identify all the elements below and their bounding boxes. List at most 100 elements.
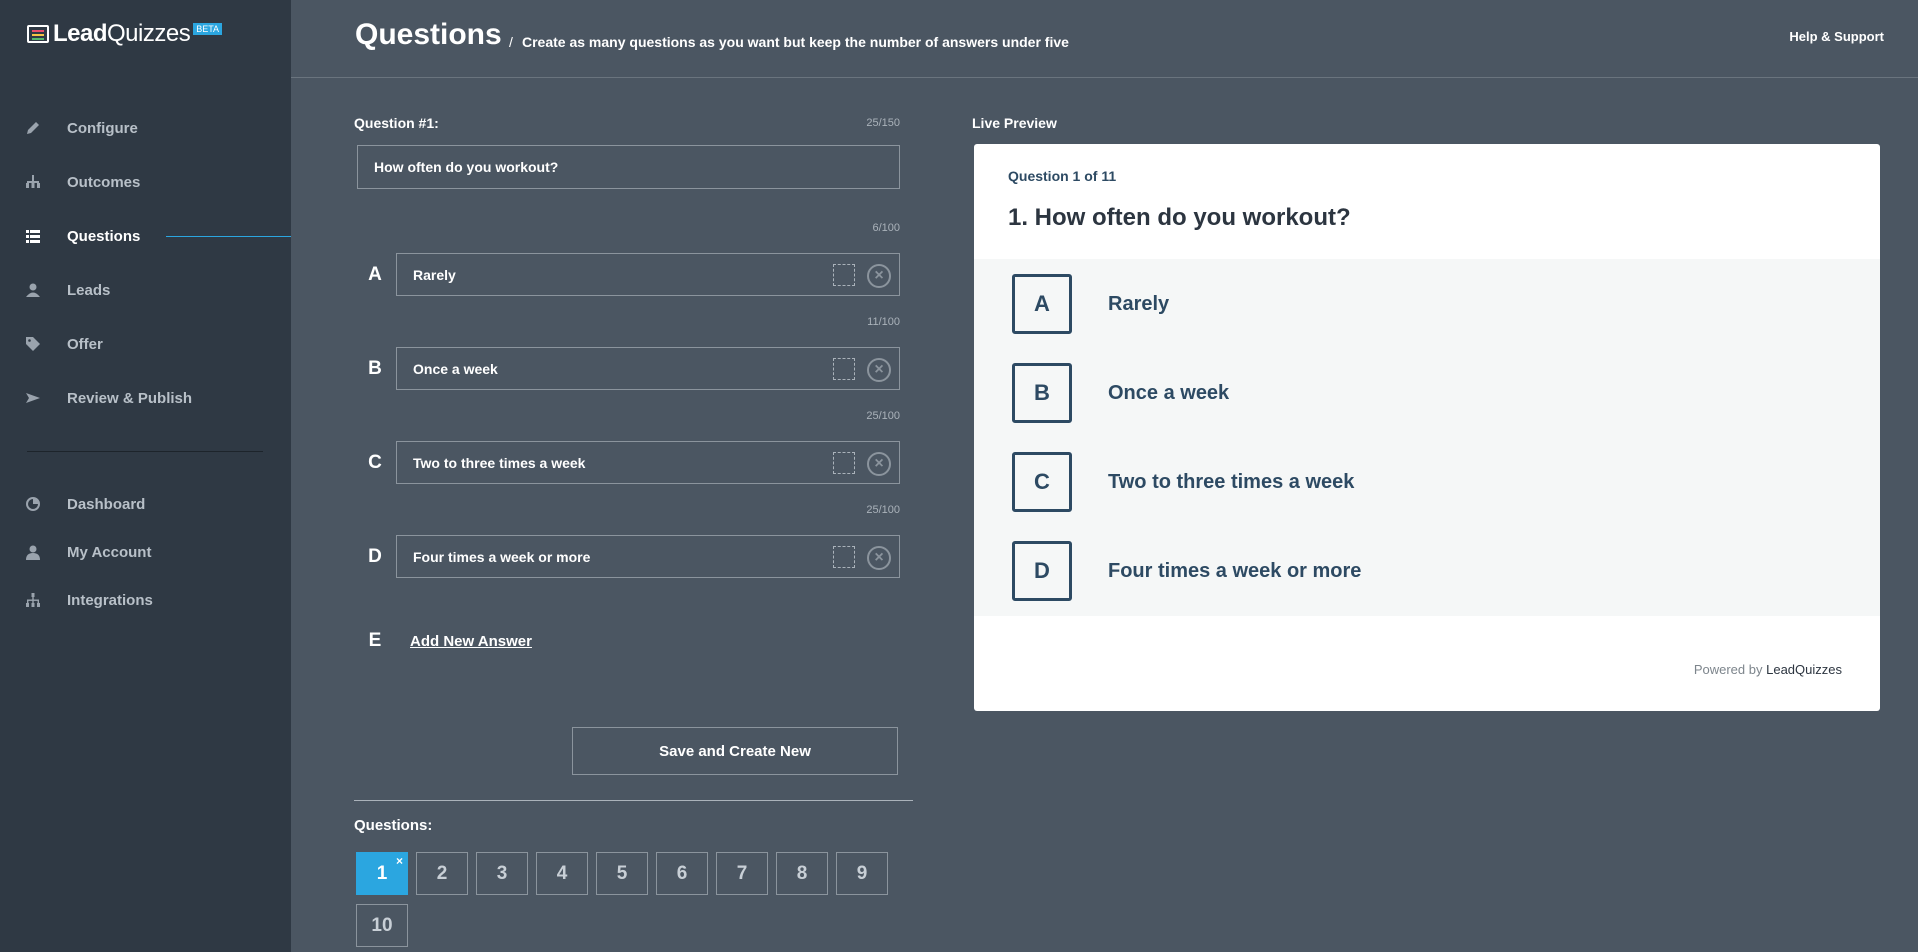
preview-question: 1. How often do you workout? — [1008, 204, 1351, 231]
remove-answer-icon[interactable]: × — [867, 358, 891, 382]
save-and-create-new-button[interactable]: Save and Create New — [572, 727, 898, 775]
preview-answer-text: Two to three times a week — [1108, 471, 1355, 493]
question-number-5[interactable]: 5 — [596, 852, 648, 895]
answer-char-counter: 25/100 — [866, 504, 900, 516]
image-upload-icon[interactable] — [833, 358, 855, 380]
sidebar-item-configure[interactable]: Configure — [0, 113, 291, 143]
question-number-8[interactable]: 8 — [776, 852, 828, 895]
answer-letter: D — [368, 546, 382, 567]
question-number-6[interactable]: 6 — [656, 852, 708, 895]
sidebar-item-label: Review & Publish — [67, 389, 193, 407]
page-subtitle: Create as many questions as you want but… — [522, 34, 1069, 50]
sidebar-item-dashboard[interactable]: Dashboard — [0, 489, 291, 519]
sidebar-item-label: Questions — [67, 227, 141, 245]
delete-question-icon[interactable]: × — [396, 854, 403, 868]
answer-input-a[interactable]: Rarely × — [396, 253, 900, 296]
remove-answer-icon[interactable]: × — [867, 264, 891, 288]
live-preview-card: Question 1 of 11 1. How often do you wor… — [974, 144, 1880, 711]
preview-question-count: Question 1 of 11 — [1008, 168, 1117, 184]
image-upload-icon[interactable] — [833, 546, 855, 568]
answer-letter: B — [368, 358, 382, 379]
sidebar-item-integrations[interactable]: Integrations — [0, 585, 291, 615]
title-separator: / — [509, 34, 513, 50]
sidebar-item-label: Configure — [67, 119, 138, 137]
beta-badge: BETA — [193, 23, 223, 35]
hierarchy-icon — [24, 173, 42, 191]
add-answer-link[interactable]: Add New Answer — [410, 633, 532, 650]
pie-chart-icon — [24, 495, 42, 513]
sidebar-item-label: Leads — [67, 281, 111, 299]
sidebar-item-label: My Account — [67, 543, 152, 561]
preview-answer-c[interactable]: C Two to three times a week — [1012, 452, 1812, 512]
question-number-4[interactable]: 4 — [536, 852, 588, 895]
preview-answer-letter: B — [1012, 363, 1072, 423]
remove-answer-icon[interactable]: × — [867, 546, 891, 570]
active-indicator — [166, 236, 291, 237]
question-number-3[interactable]: 3 — [476, 852, 528, 895]
answer-letter: A — [368, 264, 382, 285]
page-header: Questions / Create as many questions as … — [291, 0, 1918, 78]
answer-char-counter: 11/100 — [867, 316, 900, 328]
question-number-7[interactable]: 7 — [716, 852, 768, 895]
page-title: Questions — [355, 18, 502, 51]
answer-text: Two to three times a week — [413, 455, 586, 471]
question-char-counter: 25/150 — [866, 117, 900, 129]
live-preview-label: Live Preview — [972, 115, 1057, 131]
answer-text: Once a week — [413, 361, 498, 377]
sidebar-item-questions[interactable]: Questions — [0, 221, 291, 251]
powered-by-prefix: Powered by — [1693, 662, 1763, 677]
logo-icon — [27, 25, 49, 43]
answer-char-counter: 6/100 — [872, 222, 900, 234]
question-number-label: 1 — [376, 862, 388, 884]
sidebar-item-label: Offer — [67, 335, 103, 353]
sidebar-item-offer[interactable]: Offer — [0, 329, 291, 359]
preview-answer-list: A Rarely B Once a week C Two to three ti… — [974, 259, 1880, 616]
question-label: Question #1: — [354, 115, 439, 131]
preview-answer-letter: C — [1012, 452, 1072, 512]
preview-answer-text: Four times a week or more — [1108, 560, 1362, 582]
powered-by: Powered by LeadQuizzes — [1694, 662, 1842, 677]
sidebar-item-outcomes[interactable]: Outcomes — [0, 167, 291, 197]
preview-answer-a[interactable]: A Rarely — [1012, 274, 1812, 334]
answer-input-c[interactable]: Two to three times a week × — [396, 441, 900, 484]
user-icon — [24, 543, 42, 561]
tag-icon — [24, 335, 42, 353]
sidebar-item-label: Integrations — [67, 591, 153, 609]
question-number-9[interactable]: 9 — [836, 852, 888, 895]
send-icon — [24, 389, 42, 407]
answer-letter: C — [368, 452, 382, 473]
sidebar: Lead Quizzes BETA Configure Outcomes Que… — [0, 0, 291, 952]
image-upload-icon[interactable] — [833, 452, 855, 474]
help-support-link[interactable]: Help & Support — [1789, 29, 1884, 44]
logo[interactable]: Lead Quizzes BETA — [27, 20, 223, 48]
sidebar-item-review-publish[interactable]: Review & Publish — [0, 383, 291, 413]
answer-input-b[interactable]: Once a week × — [396, 347, 900, 390]
questions-label: Questions: — [354, 817, 433, 834]
preview-answer-letter: D — [1012, 541, 1072, 601]
answer-letter: E — [368, 630, 382, 651]
question-number-2[interactable]: 2 — [416, 852, 468, 895]
preview-answer-d[interactable]: D Four times a week or more — [1012, 541, 1812, 601]
answer-input-d[interactable]: Four times a week or more × — [396, 535, 900, 578]
question-number-1[interactable]: 1 × — [356, 852, 408, 895]
sidebar-item-leads[interactable]: Leads — [0, 275, 291, 305]
pencil-icon — [24, 119, 42, 137]
powered-by-brand[interactable]: LeadQuizzes — [1766, 662, 1842, 677]
sidebar-item-my-account[interactable]: My Account — [0, 537, 291, 567]
answer-text: Four times a week or more — [413, 549, 591, 565]
preview-answer-b[interactable]: B Once a week — [1012, 363, 1812, 423]
nav-divider — [27, 451, 263, 452]
question-input[interactable] — [357, 145, 900, 189]
question-number-10[interactable]: 10 — [356, 904, 408, 947]
image-upload-icon[interactable] — [833, 264, 855, 286]
users-icon — [24, 281, 42, 299]
answer-text: Rarely — [413, 267, 456, 283]
logo-name-light: Quizzes — [107, 20, 191, 47]
section-divider — [354, 800, 913, 801]
sidebar-item-label: Outcomes — [67, 173, 141, 191]
preview-answer-letter: A — [1012, 274, 1072, 334]
remove-answer-icon[interactable]: × — [867, 452, 891, 476]
preview-answer-text: Rarely — [1108, 293, 1170, 315]
sidebar-item-label: Dashboard — [67, 495, 146, 513]
preview-answer-text: Once a week — [1108, 382, 1230, 404]
